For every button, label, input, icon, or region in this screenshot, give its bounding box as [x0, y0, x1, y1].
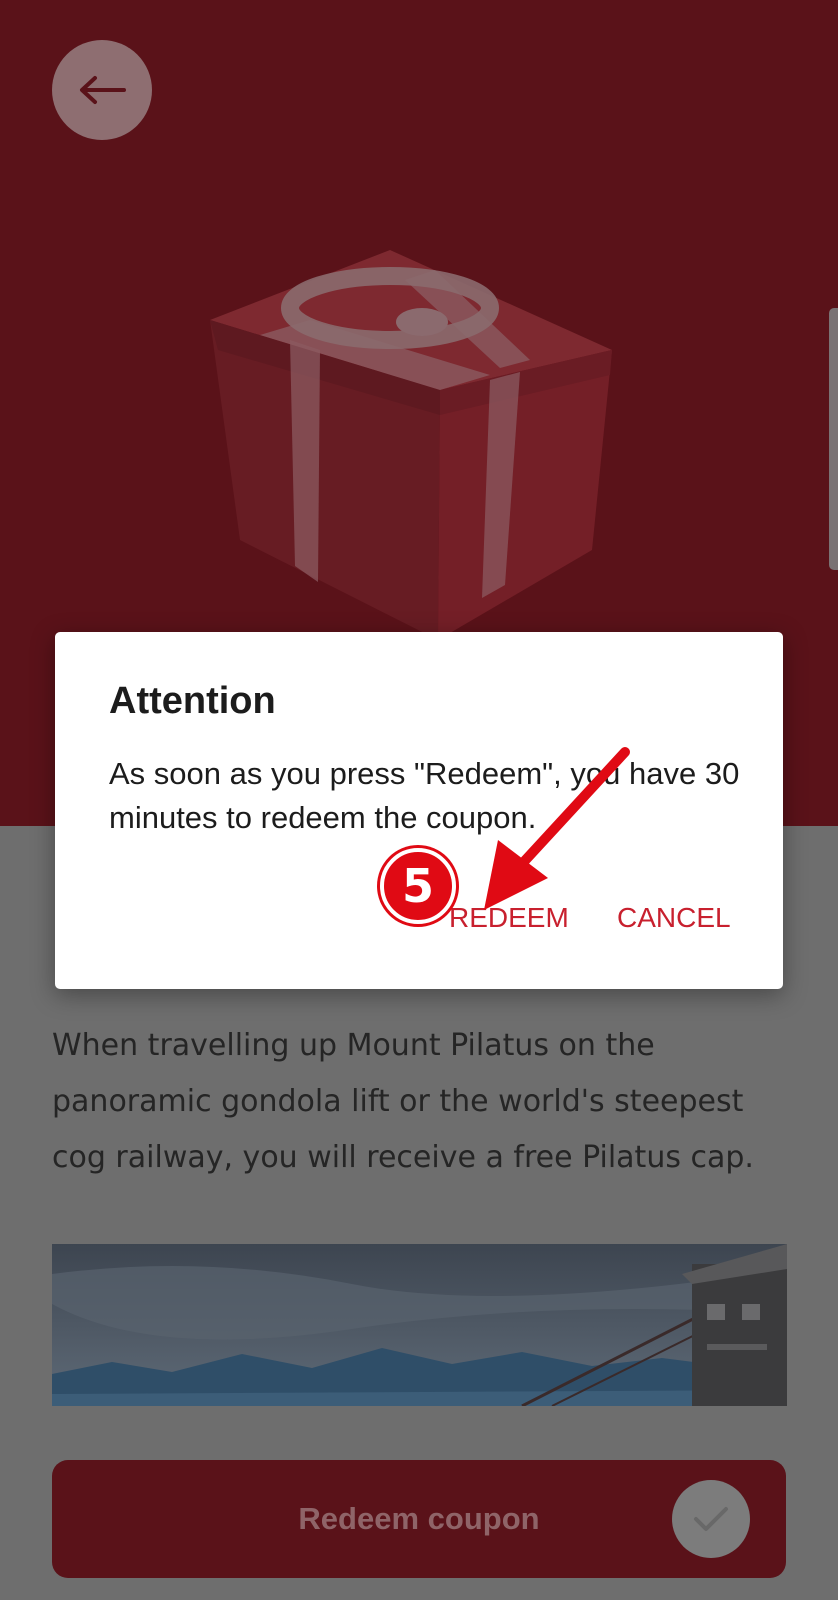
coupon-description: When travelling up Mount Pilatus on the …: [52, 1028, 754, 1175]
scroll-handle[interactable]: [829, 308, 838, 570]
attention-dialog: Attention As soon as you press "Redeem",…: [55, 632, 783, 989]
mountain-gondola-photo: [52, 1244, 787, 1406]
step-number-badge: 5: [380, 848, 456, 924]
cancel-button[interactable]: CANCEL: [617, 902, 731, 934]
check-icon: [672, 1480, 750, 1558]
dialog-title: Attention: [109, 680, 276, 722]
redeem-coupon-button[interactable]: Redeem coupon: [52, 1460, 786, 1578]
arrow-left-icon: [80, 76, 126, 104]
redeem-button[interactable]: REDEEM: [449, 902, 569, 934]
gift-box-image: [210, 250, 612, 640]
dialog-message: As soon as you press "Redeem", you have …: [109, 756, 740, 835]
back-button[interactable]: [52, 40, 152, 140]
